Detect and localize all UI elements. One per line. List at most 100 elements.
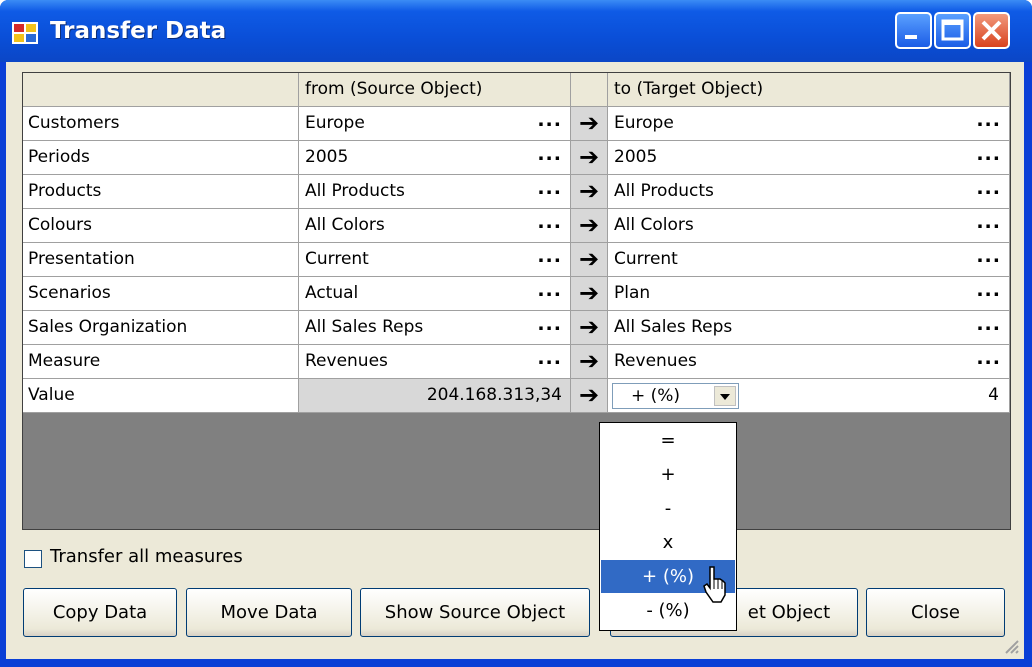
target-ellipsis-button[interactable]: ... (976, 141, 1001, 171)
grid-row: Scenarios Actual... ➔ Plan... (23, 277, 1010, 311)
target-cell[interactable]: 2005... (608, 141, 1010, 175)
transfer-arrow-icon: ➔ (571, 141, 608, 175)
target-value: Revenues (614, 351, 697, 371)
transfer-arrow-icon: ➔ (571, 277, 608, 311)
row-label: Products (23, 175, 299, 209)
grid-row: Measure Revenues... ➔ Revenues... (23, 345, 1010, 379)
resize-grip-icon[interactable] (1002, 637, 1020, 655)
source-value: All Colors (305, 215, 385, 235)
source-value: 204.168.313,34 (299, 379, 571, 413)
source-value: Revenues (305, 351, 388, 371)
transfer-arrow-icon: ➔ (571, 209, 608, 243)
target-ellipsis-button[interactable]: ... (976, 243, 1001, 273)
target-value: All Sales Reps (614, 317, 733, 337)
close-button[interactable]: Close (866, 588, 1005, 637)
source-value: Actual (305, 283, 359, 303)
target-cell[interactable]: Europe... (608, 107, 1010, 141)
dropdown-arrow-icon[interactable] (714, 386, 736, 406)
grid-row: Periods 2005... ➔ 2005... (23, 141, 1010, 175)
maximize-button[interactable] (934, 12, 971, 49)
row-label: Colours (23, 209, 299, 243)
source-cell[interactable]: 2005... (299, 141, 571, 175)
operation-option[interactable]: + (601, 458, 735, 491)
target-cell[interactable]: Revenues... (608, 345, 1010, 379)
operation-option[interactable]: - (601, 492, 735, 525)
operation-option[interactable]: = (601, 424, 735, 457)
target-cell[interactable]: Plan... (608, 277, 1010, 311)
show-source-object-button[interactable]: Show Source Object (360, 588, 590, 637)
source-ellipsis-button[interactable]: ... (537, 277, 562, 307)
source-ellipsis-button[interactable]: ... (537, 243, 562, 273)
grid-row: Products All Products... ➔ All Products... (23, 175, 1010, 209)
target-cell[interactable]: Current... (608, 243, 1010, 277)
header-source: from (Source Object) (299, 73, 571, 107)
app-icon (12, 22, 38, 44)
target-cell[interactable]: All Sales Reps... (608, 311, 1010, 345)
header-arrow-blank (571, 73, 608, 107)
mouse-pointer-icon (703, 566, 726, 603)
source-cell[interactable]: All Colors... (299, 209, 571, 243)
target-value: Current (614, 249, 678, 269)
operation-combo[interactable]: + (%) (612, 383, 739, 409)
target-value: 2005 (614, 147, 658, 167)
title-bar[interactable]: Transfer Data (0, 0, 1032, 62)
source-cell[interactable]: All Sales Reps... (299, 311, 571, 345)
target-ellipsis-button[interactable]: ... (976, 345, 1001, 375)
grid-header-row: from (Source Object) to (Target Object) (23, 73, 1010, 107)
target-ellipsis-button[interactable]: ... (976, 175, 1001, 205)
source-value: Europe (305, 113, 365, 133)
window-title: Transfer Data (50, 18, 227, 44)
target-ellipsis-button[interactable]: ... (976, 311, 1001, 341)
source-value: All Sales Reps (305, 317, 424, 337)
source-cell[interactable]: Europe... (299, 107, 571, 141)
operation-selected: + (%) (631, 386, 681, 406)
transfer-arrow-icon: ➔ (571, 175, 608, 209)
source-ellipsis-button[interactable]: ... (537, 141, 562, 171)
grid-row: Presentation Current... ➔ Current... (23, 243, 1010, 277)
operation-option[interactable]: x (601, 526, 735, 559)
row-label: Presentation (23, 243, 299, 277)
transfer-arrow-icon: ➔ (571, 107, 608, 141)
source-ellipsis-button[interactable]: ... (537, 209, 562, 239)
row-label: Sales Organization (23, 311, 299, 345)
minimize-icon (905, 35, 917, 39)
target-ellipsis-button[interactable]: ... (976, 277, 1001, 307)
row-label: Customers (23, 107, 299, 141)
target-ellipsis-button[interactable]: ... (976, 107, 1001, 137)
minimize-button[interactable] (895, 12, 932, 49)
transfer-arrow-icon: ➔ (571, 311, 608, 345)
source-cell[interactable]: All Products... (299, 175, 571, 209)
transfer-all-label: Transfer all measures (50, 546, 243, 567)
source-cell[interactable]: Actual... (299, 277, 571, 311)
close-window-button[interactable] (973, 12, 1010, 49)
header-target: to (Target Object) (608, 73, 1010, 107)
source-cell[interactable]: Revenues... (299, 345, 571, 379)
value-row: Value 204.168.313,34 ➔ + (%) 4 (23, 379, 1010, 413)
maximize-icon (941, 19, 964, 41)
target-cell[interactable]: All Products... (608, 175, 1010, 209)
source-ellipsis-button[interactable]: ... (537, 345, 562, 375)
target-ellipsis-button[interactable]: ... (976, 209, 1001, 239)
grid-row: Customers Europe... ➔ Europe... (23, 107, 1010, 141)
target-value[interactable]: 4 (988, 379, 999, 412)
source-value: All Products (305, 181, 405, 201)
value-label: Value (23, 379, 299, 413)
transfer-arrow-icon: ➔ (571, 345, 608, 379)
source-value: Current (305, 249, 369, 269)
target-cell[interactable]: All Colors... (608, 209, 1010, 243)
move-data-button[interactable]: Move Data (186, 588, 352, 637)
source-ellipsis-button[interactable]: ... (537, 311, 562, 341)
transfer-arrow-icon: ➔ (571, 379, 608, 413)
source-ellipsis-button[interactable]: ... (537, 175, 562, 205)
dialog-body: from (Source Object) to (Target Object) … (6, 62, 1024, 659)
transfer-data-window: Transfer Data from (Source Object) to (T… (0, 0, 1032, 667)
grid-row: Sales Organization All Sales Reps... ➔ All … (23, 311, 1010, 345)
target-value: Plan (614, 283, 651, 303)
copy-data-button[interactable]: Copy Data (23, 588, 177, 637)
source-ellipsis-button[interactable]: ... (537, 107, 562, 137)
source-cell[interactable]: Current... (299, 243, 571, 277)
close-icon (981, 20, 1002, 41)
transfer-arrow-icon: ➔ (571, 243, 608, 277)
transfer-all-checkbox[interactable] (24, 550, 42, 568)
row-label: Periods (23, 141, 299, 175)
